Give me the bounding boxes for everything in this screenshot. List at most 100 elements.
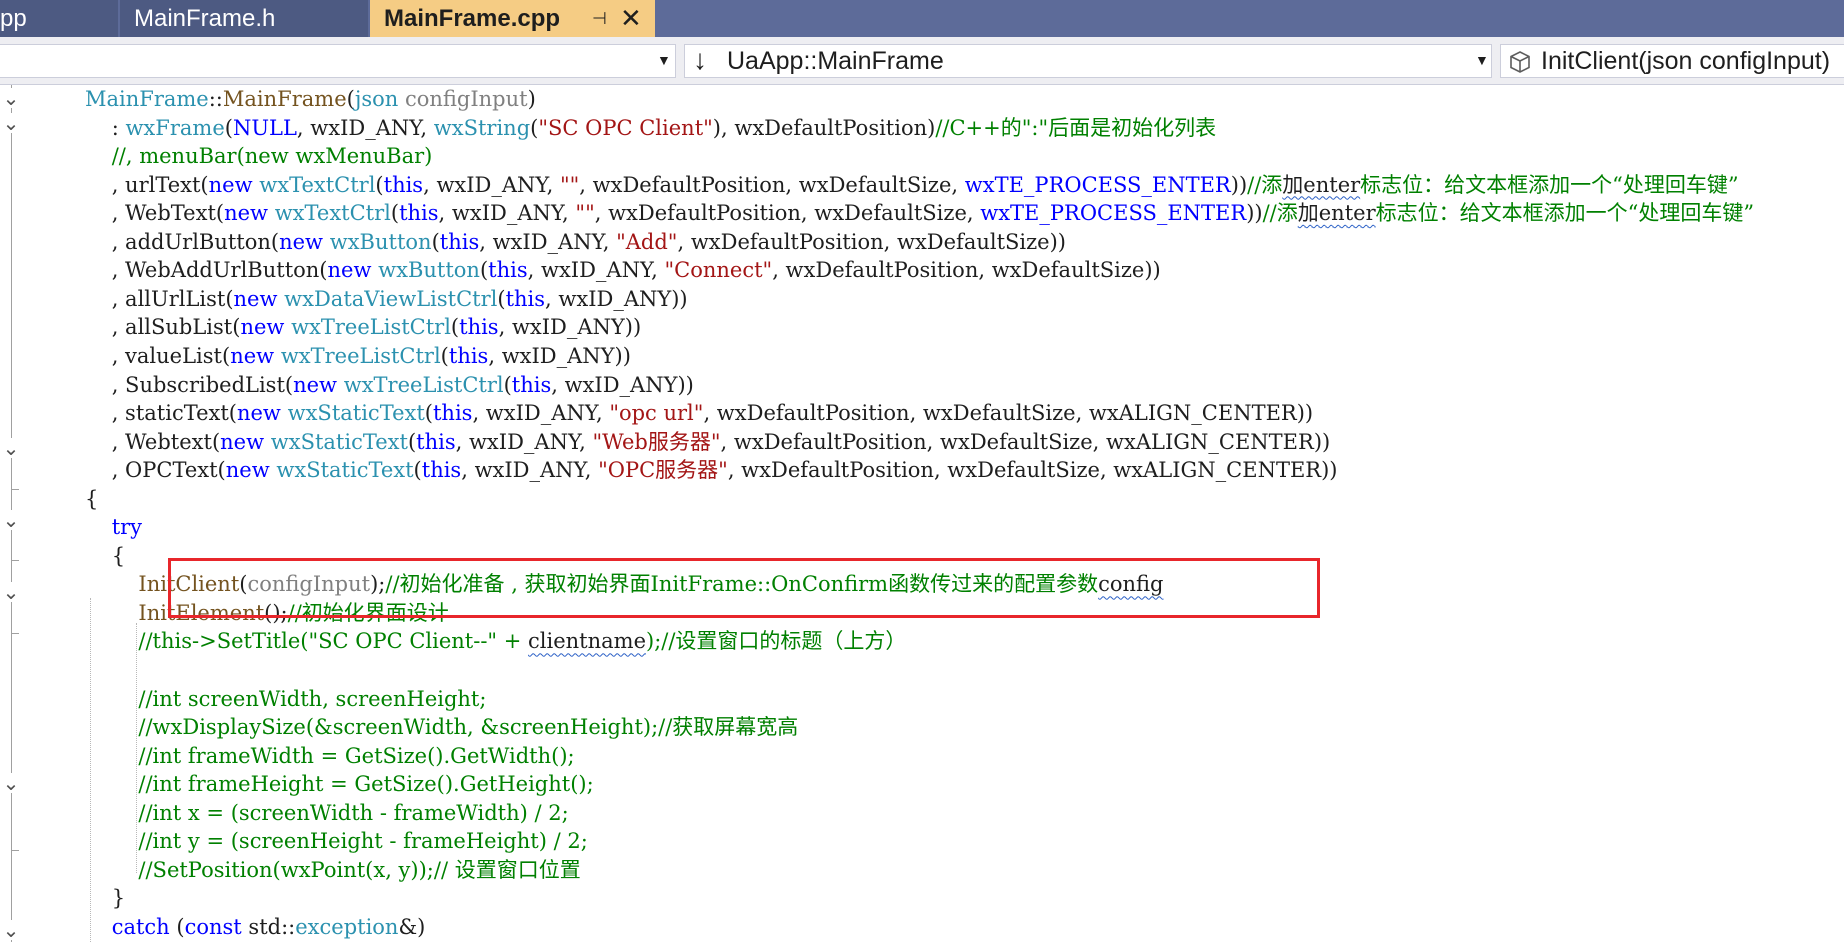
scope-dropdown[interactable]: ▼ — [0, 44, 676, 78]
code-token: wxTextCtrl — [259, 172, 376, 197]
code-line: , allUrlList(new wxDataViewListCtrl(this… — [85, 285, 688, 313]
code-token: ( — [497, 286, 506, 311]
code-line: //, menuBar(new wxMenuBar) — [85, 142, 433, 170]
navigation-bar: ▼ ↓ UaApp::MainFrame ▼ InitClient(json c… — [0, 37, 1844, 85]
code-token: MainFrame — [222, 87, 347, 111]
code-token: wxTE_PROCESS_ENTER — [964, 172, 1231, 197]
code-token: ( — [224, 115, 233, 140]
code-token: ( — [424, 401, 433, 426]
member-dropdown[interactable]: InitClient(json configInput) — [1500, 44, 1844, 78]
code-token: , WebAddUrlButton( — [85, 258, 328, 283]
code-token: 加enter — [1297, 201, 1376, 226]
code-token: , wxID_ANY, — [472, 401, 610, 426]
code-token: , wxID_ANY, — [461, 458, 599, 483]
code-token: , wxDefaultPosition, wxDefaultSize, wxAL… — [720, 429, 1331, 454]
code-token: wxFrame — [125, 115, 225, 140]
code-token: NULL — [232, 115, 297, 140]
fold-end-tick — [11, 560, 19, 561]
code-token: { — [85, 543, 126, 568]
chevron-down-icon: ▼ — [657, 52, 671, 68]
tab-label: MainFrame.cpp — [384, 5, 561, 32]
type-dropdown[interactable]: ↓ UaApp::MainFrame ▼ — [684, 44, 1492, 78]
code-line: , WebAddUrlButton(new wxButton(this, wxI… — [85, 256, 1161, 284]
code-token: , wxDefaultPosition, wxDefaultSize, — [579, 172, 965, 197]
tab-cpp-file[interactable]: pp — [0, 0, 120, 37]
code-token: )) — [1230, 172, 1248, 197]
close-icon[interactable]: ✕ — [620, 0, 642, 37]
code-token: :: — [208, 87, 223, 111]
code-token: //C++的":"后面是初始化列表 — [935, 115, 1217, 140]
code-line: , Webtext(new wxStaticText(this, wxID_AN… — [85, 428, 1331, 456]
collapse-icon[interactable]: ⌄ — [0, 773, 22, 793]
code-token: this — [511, 372, 552, 397]
code-token: , allUrlList( — [85, 286, 234, 311]
code-token: ( — [407, 429, 417, 454]
fold-end-tick — [11, 850, 19, 851]
code-token: this — [399, 201, 439, 226]
code-token: { — [85, 486, 99, 511]
collapse-icon[interactable]: ⌄ — [0, 920, 22, 940]
collapse-icon[interactable]: ⌄ — [0, 88, 22, 108]
collapse-icon[interactable]: ⌄ — [0, 113, 22, 133]
code-line: //this->SetTitle("SC OPC Client--" + cli… — [85, 627, 906, 655]
code-line: { — [85, 485, 98, 513]
tab-mainframe-cpp[interactable]: MainFrame.cpp ⊣ ✕ — [370, 0, 655, 37]
code-token: , OPCText( — [85, 458, 226, 483]
tab-mainframe-h[interactable]: MainFrame.h — [120, 0, 370, 37]
cube-icon — [1510, 51, 1530, 73]
code-token: //添 — [1262, 201, 1298, 226]
code-token: wxTreeListCtrl — [343, 372, 504, 397]
code-token: this — [416, 429, 456, 454]
tab-label: pp — [0, 5, 27, 32]
code-line: , SubscribedList(new wxTreeListCtrl(this… — [85, 371, 694, 399]
code-token: //int frameHeight = GetSize().GetHeight(… — [85, 772, 594, 797]
code-token: ) — [527, 87, 536, 111]
code-token: "Web服务器" — [592, 429, 721, 454]
code-line: , WebText(new wxTextCtrl(this, wxID_ANY,… — [85, 199, 1754, 227]
code-token: //int frameWidth = GetSize().GetWidth(); — [85, 743, 575, 768]
code-token: new — [240, 315, 285, 340]
code-token: , wxDefaultPosition, wxDefaultSize, wxAL… — [703, 401, 1314, 426]
code-line: } — [85, 884, 125, 912]
code-token: new — [208, 172, 253, 197]
code-line: , allSubList(new wxTreeListCtrl(this, wx… — [85, 313, 642, 341]
code-token: const — [184, 914, 242, 939]
code-line: //wxDisplaySize(&screenWidth, &screenHei… — [85, 713, 798, 741]
collapse-icon[interactable]: ⌄ — [0, 510, 22, 530]
code-line: { — [85, 542, 125, 570]
code-token: wxStaticText — [287, 401, 425, 426]
code-editor[interactable]: ⌄ ⌄ ⌄ ⌄ ⌄ ⌄ ⌄ MainFrame::MainFrame(json … — [0, 85, 1844, 942]
code-token: , wxID_ANY, — [527, 258, 665, 283]
code-line: : wxFrame(NULL, wxID_ANY, wxString("SC O… — [85, 114, 1216, 142]
member-dropdown-value: InitClient(json configInput) — [1541, 47, 1831, 75]
code-line: //int frameWidth = GetSize().GetWidth(); — [85, 742, 575, 770]
code-token: , allSubList( — [85, 315, 241, 340]
code-token: this — [505, 286, 546, 311]
code-token: try — [111, 515, 143, 540]
pin-icon[interactable]: ⊣ — [592, 0, 607, 37]
code-token: "OPC服务器" — [598, 458, 728, 483]
code-token: wxButton — [329, 229, 432, 254]
code-token: ( — [346, 87, 355, 111]
code-line: , staticText(new wxStaticText(this, wxID… — [85, 399, 1313, 427]
code-line: , valueList(new wxTreeListCtrl(this, wxI… — [85, 342, 631, 370]
collapse-icon[interactable]: ⌄ — [0, 582, 22, 602]
code-token: configInput — [404, 87, 528, 111]
code-token: new — [224, 201, 269, 226]
code-token: clientname — [528, 629, 647, 654]
code-token: //int x = (screenWidth - frameWidth) / 2… — [85, 800, 569, 825]
document-tab-bar: pp MainFrame.h MainFrame.cpp ⊣ ✕ — [0, 0, 1844, 37]
collapse-icon[interactable]: ⌄ — [0, 438, 22, 458]
fold-end-tick — [11, 633, 19, 634]
code-token: //this->SetTitle("SC OPC Client--" + — [85, 629, 529, 654]
code-line: //int frameHeight = GetSize().GetHeight(… — [85, 770, 594, 798]
code-token: "Connect" — [664, 258, 773, 283]
